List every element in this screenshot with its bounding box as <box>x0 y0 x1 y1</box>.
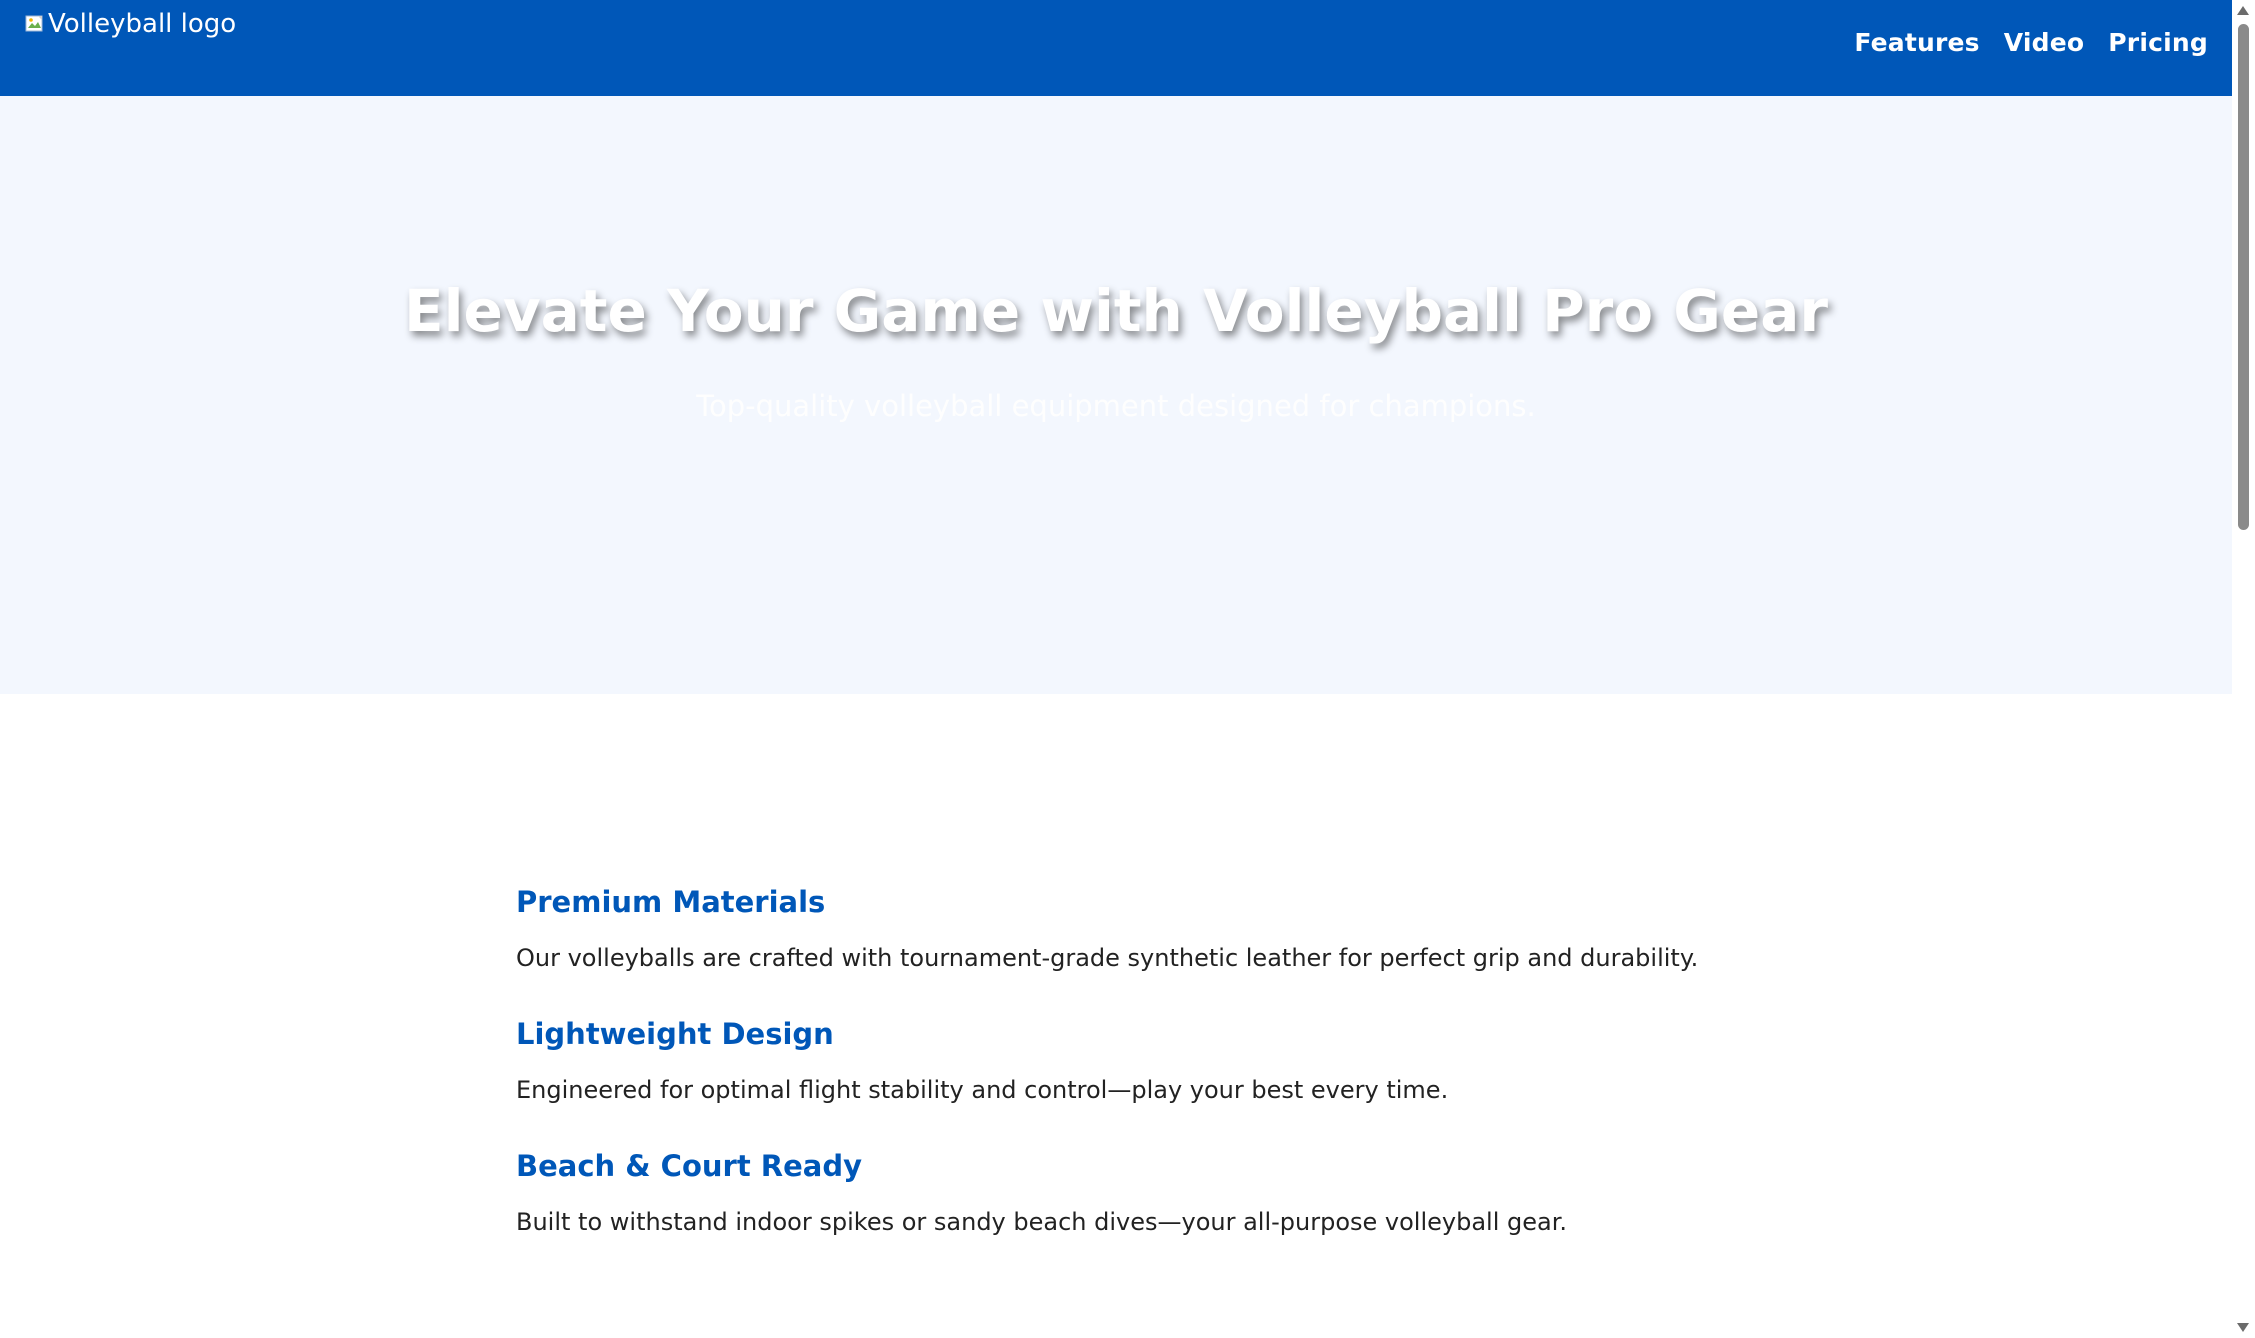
features-section: Premium Materials Our volleyballs are cr… <box>516 884 1916 1238</box>
scroll-down-arrow-icon[interactable] <box>2237 1323 2249 1332</box>
logo-alt-text: Volleyball logo <box>48 9 237 39</box>
page: Volleyball logo Features Video Pricing E… <box>0 0 2232 1338</box>
nav-link-video[interactable]: Video <box>2004 28 2085 57</box>
feature-lightweight-design: Lightweight Design Engineered for optima… <box>516 1016 1916 1106</box>
feature-premium-materials: Premium Materials Our volleyballs are cr… <box>516 884 1916 974</box>
feature-beach-court-ready: Beach & Court Ready Built to withstand i… <box>516 1148 1916 1238</box>
feature-title: Lightweight Design <box>516 1017 834 1051</box>
feature-description: Built to withstand indoor spikes or sand… <box>516 1208 1568 1236</box>
vertical-scrollbar[interactable] <box>2232 0 2255 1338</box>
scroll-thumb[interactable] <box>2238 24 2249 530</box>
hero-section: Elevate Your Game with Volleyball Pro Ge… <box>0 96 2232 694</box>
hero-subtitle: Top-quality volleyball equipment designe… <box>696 389 1536 423</box>
feature-title: Beach & Court Ready <box>516 1149 863 1183</box>
hero-title: Elevate Your Game with Volleyball Pro Ge… <box>404 277 1828 345</box>
nav-link-pricing[interactable]: Pricing <box>2108 28 2208 57</box>
site-header: Volleyball logo Features Video Pricing <box>0 0 2232 96</box>
feature-description: Our volleyballs are crafted with tournam… <box>516 944 1699 972</box>
feature-title: Premium Materials <box>516 885 826 919</box>
scroll-up-arrow-icon[interactable] <box>2237 6 2249 15</box>
feature-description: Engineered for optimal flight stability … <box>516 1076 1449 1104</box>
logo[interactable]: Volleyball logo <box>24 10 236 38</box>
main-nav: Features Video Pricing <box>1854 28 2208 57</box>
broken-image-icon <box>24 13 46 35</box>
nav-link-features[interactable]: Features <box>1854 28 1979 57</box>
